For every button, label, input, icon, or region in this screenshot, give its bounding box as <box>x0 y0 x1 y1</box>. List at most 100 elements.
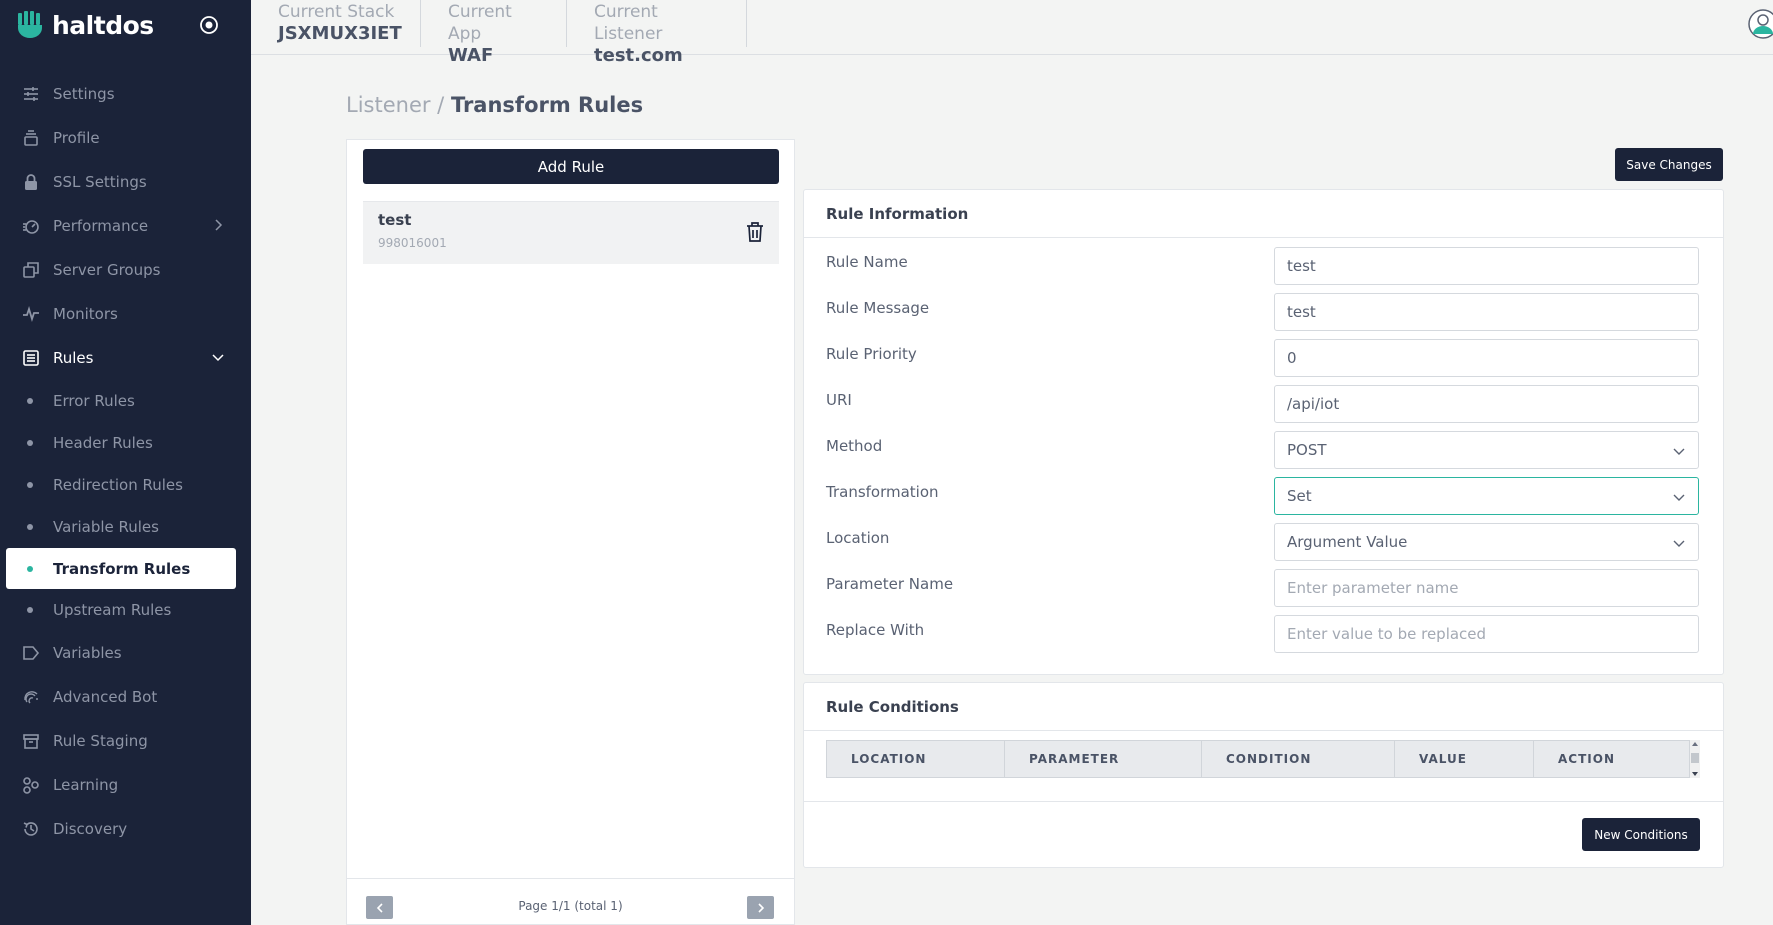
column-header-value[interactable]: VALUE <box>1395 741 1534 777</box>
rule-name-row: Rule Name <box>804 247 1723 293</box>
location-select[interactable]: Argument Value <box>1274 523 1699 561</box>
rule-list-panel: Add Rule test 998016001 Page 1/1 (total … <box>346 139 795 925</box>
sidebar-item-discovery[interactable]: Discovery <box>0 807 251 851</box>
current-app-selector[interactable]: Current App WAF <box>421 0 567 66</box>
rule-priority-input[interactable] <box>1274 339 1699 377</box>
sidebar-subitem-transform-rules[interactable]: Transform Rules <box>6 548 236 589</box>
sidebar-item-learning[interactable]: Learning <box>0 763 251 807</box>
sidebar-subitem-redirection-rules[interactable]: Redirection Rules <box>0 464 251 506</box>
rule-priority-label: Rule Priority <box>826 345 917 363</box>
sidebar-subitem-error-rules[interactable]: Error Rules <box>0 380 251 422</box>
rule-priority-row: Rule Priority <box>804 339 1723 385</box>
bullet-dot <box>27 398 33 404</box>
user-avatar-icon[interactable] <box>1747 8 1773 40</box>
column-header-condition[interactable]: CONDITION <box>1202 741 1395 777</box>
rule-message-input[interactable] <box>1274 293 1699 331</box>
sidebar-subitem-header-rules[interactable]: Header Rules <box>0 422 251 464</box>
sidebar-item-rules[interactable]: Rules <box>0 336 251 380</box>
sidebar-item-label: Advanced Bot <box>53 688 158 706</box>
rule-name-input[interactable] <box>1274 247 1699 285</box>
column-header-location[interactable]: LOCATION <box>827 741 1005 777</box>
chevron-down-icon <box>1673 448 1685 455</box>
sidebar-item-server-groups[interactable]: Server Groups <box>0 248 251 292</box>
transformation-selected-value: Set <box>1287 487 1312 505</box>
rule-conditions-title: Rule Conditions <box>804 683 1723 731</box>
sidebar-nav: Settings Profile SSL Settings Performanc… <box>0 72 251 851</box>
sidebar-subitem-upstream-rules[interactable]: Upstream Rules <box>0 589 251 631</box>
pagination-text: Page 1/1 (total 1) <box>518 899 623 913</box>
new-conditions-button[interactable]: New Conditions <box>1582 818 1700 851</box>
sidebar-item-profile[interactable]: Profile <box>0 116 251 160</box>
chevron-right-icon <box>215 219 223 231</box>
location-selected-value: Argument Value <box>1287 533 1408 551</box>
current-app-label: Current App <box>448 2 512 44</box>
sidebar-item-label: Learning <box>53 776 119 794</box>
breadcrumb: Listener / Transform Rules <box>346 93 643 117</box>
parameter-name-input[interactable] <box>1274 569 1699 607</box>
sidebar-item-label: Monitors <box>53 305 118 323</box>
add-rule-button[interactable]: Add Rule <box>363 149 779 184</box>
sidebar-item-label: Variables <box>53 644 122 662</box>
breadcrumb-parent[interactable]: Listener <box>346 93 431 117</box>
sidebar-toggle-icon[interactable] <box>199 15 219 35</box>
sidebar-item-rule-staging[interactable]: Rule Staging <box>0 719 251 763</box>
rule-message-label: Rule Message <box>826 299 930 317</box>
pulse-icon <box>22 305 40 323</box>
sidebar-item-ssl-settings[interactable]: SSL Settings <box>0 160 251 204</box>
chevron-down-icon <box>1673 494 1685 501</box>
chevron-down-icon <box>212 354 224 362</box>
sidebar-item-advanced-bot[interactable]: Advanced Bot <box>0 675 251 719</box>
sidebar-item-performance[interactable]: Performance <box>0 204 251 248</box>
sliders-icon <box>22 85 40 103</box>
divider <box>804 801 1723 802</box>
delete-trash-icon[interactable] <box>745 221 765 243</box>
save-changes-button[interactable]: Save Changes <box>1615 148 1723 181</box>
uri-input[interactable] <box>1274 385 1699 423</box>
conditions-scrollbar[interactable] <box>1690 740 1700 778</box>
transformation-select[interactable]: Set <box>1274 477 1699 515</box>
uri-label: URI <box>826 391 852 409</box>
rule-list-item[interactable]: test 998016001 <box>363 201 779 264</box>
sidebar-item-variables[interactable]: Variables <box>0 631 251 675</box>
nodes-icon <box>22 776 40 794</box>
current-listener-selector[interactable]: Current Listener test.com <box>567 0 747 66</box>
sidebar-item-settings[interactable]: Settings <box>0 72 251 116</box>
current-stack-label: Current Stack <box>278 2 395 22</box>
sidebar-item-label: Server Groups <box>53 261 161 279</box>
sidebar-subitem-variable-rules[interactable]: Variable Rules <box>0 506 251 548</box>
sidebar-subitem-label: Error Rules <box>53 392 135 410</box>
column-header-parameter[interactable]: PARAMETER <box>1005 741 1202 777</box>
sidebar-subitem-label: Upstream Rules <box>53 601 172 619</box>
method-select[interactable]: POST <box>1274 431 1699 469</box>
pagination: Page 1/1 (total 1) <box>347 878 794 925</box>
sidebar-item-monitors[interactable]: Monitors <box>0 292 251 336</box>
rule-item-name: test <box>378 211 412 229</box>
parameter-name-label: Parameter Name <box>826 575 954 593</box>
stack-icon <box>22 129 40 147</box>
sidebar-subitem-label: Transform Rules <box>53 559 191 578</box>
replace-with-input[interactable] <box>1274 615 1699 653</box>
sidebar-item-label: Discovery <box>53 820 128 838</box>
location-label: Location <box>826 529 890 547</box>
rule-information-title: Rule Information <box>804 190 1723 238</box>
sidebar-item-label: Performance <box>53 217 149 235</box>
location-row: Location Argument Value <box>804 523 1723 569</box>
tag-icon <box>22 644 40 662</box>
current-stack-selector[interactable]: Current Stack JSXMUX3IET <box>251 0 421 47</box>
gauge-icon <box>22 217 40 235</box>
method-label: Method <box>826 437 883 455</box>
brand-logo[interactable]: haltdos <box>16 8 154 42</box>
sidebar-subitem-label: Header Rules <box>53 434 153 452</box>
current-listener-label: Current Listener <box>594 2 663 44</box>
transformation-label: Transformation <box>826 483 939 501</box>
breadcrumb-current: Transform Rules <box>450 93 644 117</box>
bullet-dot <box>27 524 33 530</box>
bullet-dot <box>27 482 33 488</box>
next-page-button[interactable] <box>747 896 774 919</box>
column-header-action[interactable]: ACTION <box>1534 741 1689 777</box>
sidebar-subitem-label: Redirection Rules <box>53 476 183 494</box>
parameter-name-row: Parameter Name <box>804 569 1723 615</box>
sidebar-item-label: Settings <box>53 85 115 103</box>
sidebar: haltdos Settings Profile SSL Settings Pe… <box>0 0 251 925</box>
uri-row: URI <box>804 385 1723 431</box>
